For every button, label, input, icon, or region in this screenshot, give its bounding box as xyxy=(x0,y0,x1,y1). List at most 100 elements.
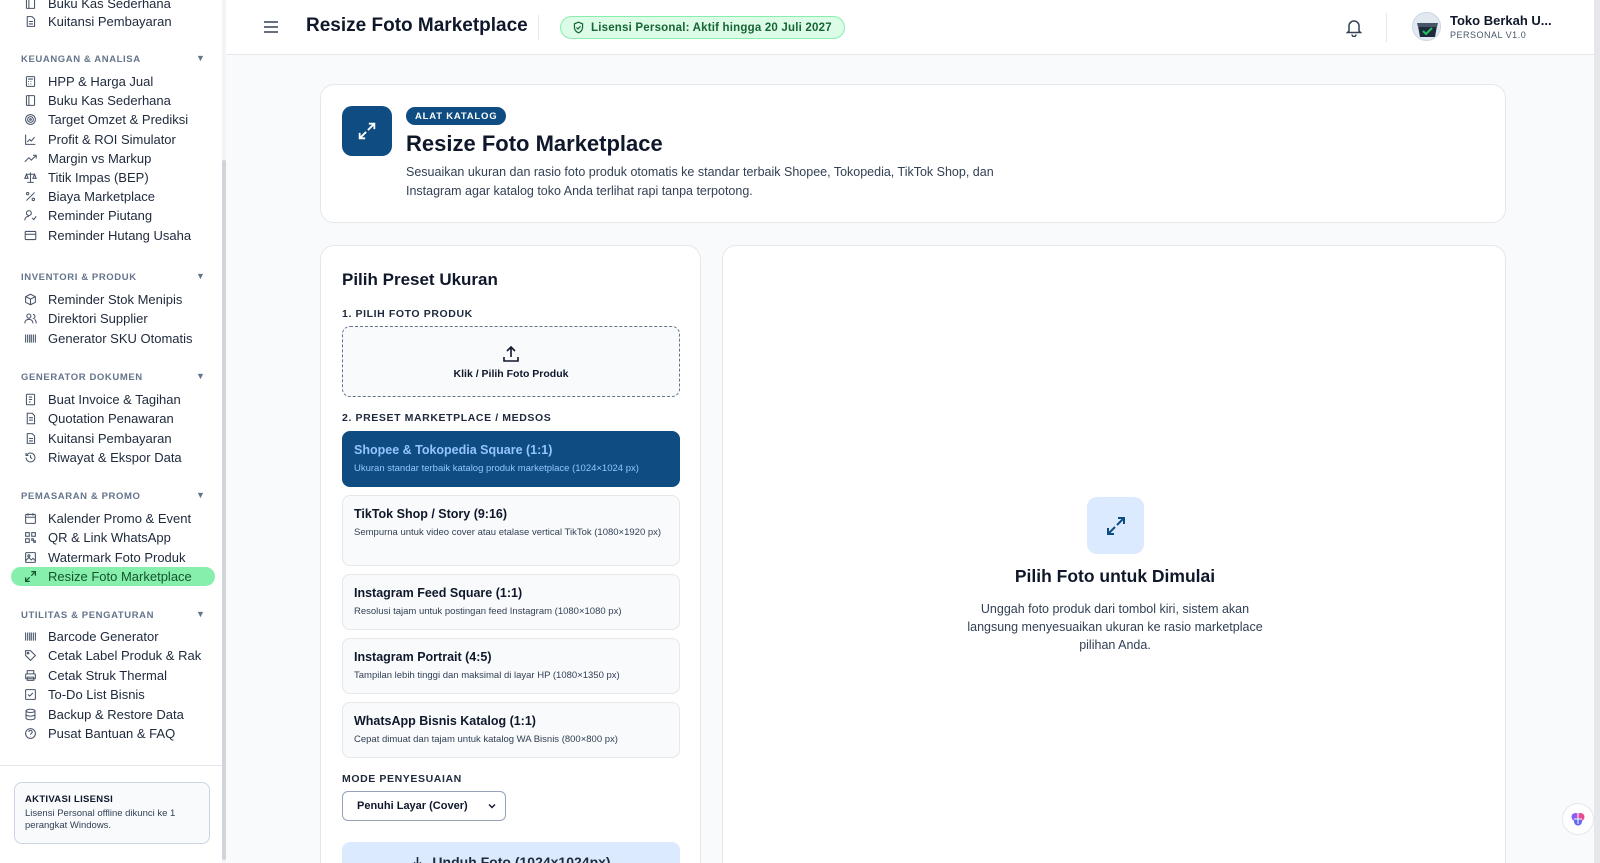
sidebar-item-todo[interactable]: To-Do List Bisnis xyxy=(11,685,215,704)
preset-option-shopee-tokopedia[interactable]: Shopee & Tokopedia Square (1:1) Ukuran s… xyxy=(342,431,680,487)
store-plan: PERSONAL V1.0 xyxy=(1450,30,1527,40)
menu-icon[interactable] xyxy=(262,17,280,37)
download-button[interactable]: Unduh Foto (1024x1024px) xyxy=(342,842,680,863)
category-tag: ALAT KATALOG xyxy=(406,107,507,125)
sidebar-item-label: Direktori Supplier xyxy=(48,311,148,326)
sidebar-footer: AKTIVASI LISENSI Lisensi Personal offlin… xyxy=(0,765,222,863)
card-icon xyxy=(23,229,37,243)
preset-option-whatsapp[interactable]: WhatsApp Bisnis Katalog (1:1) Cepat dimu… xyxy=(342,702,680,758)
sidebar-item-bep[interactable]: Titik Impas (BEP) xyxy=(11,168,215,187)
sidebar-item-biaya-marketplace[interactable]: Biaya Marketplace xyxy=(11,187,215,206)
sidebar-item-stok-menipis[interactable]: Reminder Stok Menipis xyxy=(11,290,215,309)
upload-label: Klik / Pilih Foto Produk xyxy=(453,367,569,380)
user-clock-icon xyxy=(23,209,37,223)
sidebar-item-cetak-label[interactable]: Cetak Label Produk & Rak xyxy=(11,646,215,665)
sidebar-item-barcode[interactable]: Barcode Generator xyxy=(11,627,215,646)
section-caret-icon[interactable]: ▼ xyxy=(196,271,205,281)
sidebar-scrollbar[interactable] xyxy=(222,0,226,863)
preset-name: Instagram Portrait (4:5) xyxy=(354,650,492,664)
section-caret-icon[interactable]: ▼ xyxy=(196,371,205,381)
preset-option-tiktok[interactable]: TikTok Shop / Story (9:16) Sempurna untu… xyxy=(342,495,680,566)
fit-mode-select[interactable]: Penuhi Layar (Cover) xyxy=(342,791,506,821)
sidebar-item-reminder-hutang[interactable]: Reminder Hutang Usaha xyxy=(11,226,215,245)
sidebar-item-label: Buat Invoice & Tagihan xyxy=(48,392,181,407)
chevron-down-icon xyxy=(488,804,496,809)
preset-option-instagram-portrait[interactable]: Instagram Portrait (4:5) Tampilan lebih … xyxy=(342,638,680,694)
sidebar-item-label: Cetak Label Produk & Rak xyxy=(48,648,202,663)
preset-option-instagram-feed[interactable]: Instagram Feed Square (1:1) Resolusi taj… xyxy=(342,574,680,630)
book-icon xyxy=(23,94,37,108)
upload-icon xyxy=(503,345,519,362)
qr-icon xyxy=(23,531,37,545)
sidebar-item-label: Kuitansi Pembayaran xyxy=(48,14,172,29)
users-icon xyxy=(23,312,37,326)
sidebar-item-bantuan[interactable]: Pusat Bantuan & FAQ xyxy=(11,724,215,743)
sidebar-item-label: Reminder Stok Menipis xyxy=(48,292,183,307)
sidebar-item-backup[interactable]: Backup & Restore Data xyxy=(11,705,215,724)
upload-dropzone[interactable]: Klik / Pilih Foto Produk xyxy=(342,326,680,397)
sidebar-item-label: Kuitansi Pembayaran xyxy=(48,431,172,446)
sidebar-item-label: Target Omzet & Prediksi xyxy=(48,112,189,127)
sidebar-item-kuitansi[interactable]: Kuitansi Pembayaran xyxy=(11,429,215,448)
sidebar-item-label: To-Do List Bisnis xyxy=(48,687,145,702)
sidebar-item-quotation[interactable]: Quotation Penawaran xyxy=(11,409,215,428)
resize-icon xyxy=(23,570,37,584)
receipt-icon xyxy=(23,15,37,29)
license-activation-card[interactable]: AKTIVASI LISENSI Lisensi Personal offlin… xyxy=(14,782,210,844)
sidebar-item-buku-kas[interactable]: Buku Kas Sederhana xyxy=(11,91,215,110)
header-divider xyxy=(1386,13,1387,42)
store-name[interactable]: Toko Berkah U... xyxy=(1450,13,1552,28)
sidebar-item-margin-markup[interactable]: Margin vs Markup xyxy=(11,149,215,168)
receipt-icon xyxy=(23,432,37,446)
sidebar-item-profit-roi[interactable]: Profit & ROI Simulator xyxy=(11,130,215,149)
preset-name: WhatsApp Bisnis Katalog (1:1) xyxy=(354,714,536,728)
empty-state-desc: Unggah foto produk dari tombol kiri, sis… xyxy=(967,602,1263,652)
tag-icon xyxy=(23,649,37,663)
preset-desc: Tampilan lebih tinggi dan maksimal di la… xyxy=(354,670,620,681)
section-caret-icon[interactable]: ▼ xyxy=(196,490,205,500)
empty-state-title: Pilih Foto untuk Dimulai xyxy=(1014,566,1216,586)
preset-panel: Pilih Preset Ukuran 1. PILIH FOTO PRODUK… xyxy=(320,245,701,863)
package-icon xyxy=(23,293,37,307)
window-edge xyxy=(1594,0,1600,863)
hero-title: Resize Foto Marketplace xyxy=(406,131,663,156)
bell-icon[interactable] xyxy=(1345,17,1363,38)
sidebar-item-reminder-piutang[interactable]: Reminder Piutang xyxy=(11,206,215,225)
sidebar-item-label: Riwayat & Ekspor Data xyxy=(48,450,182,465)
sidebar-item-hpp[interactable]: HPP & Harga Jual xyxy=(11,72,215,91)
download-label: Unduh Foto (1024x1024px) xyxy=(432,854,611,863)
sidebar-item-label: Kalender Promo & Event xyxy=(48,511,192,526)
sidebar-item-target-omzet[interactable]: Target Omzet & Prediksi xyxy=(11,110,215,129)
sidebar-item-riwayat[interactable]: Riwayat & Ekspor Data xyxy=(11,448,215,467)
preset-desc: Resolusi tajam untuk postingan feed Inst… xyxy=(354,606,622,617)
avatar[interactable] xyxy=(1412,12,1441,41)
section-title-inventori: INVENTORI & PRODUK xyxy=(21,272,137,283)
sidebar-item-label: Reminder Piutang xyxy=(48,208,153,223)
preview-panel: Pilih Foto untuk Dimulai Unggah foto pro… xyxy=(722,245,1506,863)
assistant-button[interactable] xyxy=(1562,803,1594,835)
image-icon xyxy=(23,551,37,565)
section-title-generator: GENERATOR DOKUMEN xyxy=(21,372,143,383)
section-caret-icon[interactable]: ▼ xyxy=(196,609,205,619)
sidebar-item-invoice[interactable]: Buat Invoice & Tagihan xyxy=(11,390,215,409)
invoice-icon xyxy=(23,393,37,407)
sidebar-item-kuitansi-top[interactable]: Kuitansi Pembayaran xyxy=(11,12,215,31)
mode-label: MODE PENYESUAIAN xyxy=(342,773,462,785)
hero-description: Sesuaikan ukuran dan rasio foto produk o… xyxy=(406,165,994,198)
sidebar-item-direktori-supplier[interactable]: Direktori Supplier xyxy=(11,309,215,328)
sidebar: Buku Kas Sederhana Kuitansi Pembayaran K… xyxy=(0,0,226,863)
scrollbar-thumb[interactable] xyxy=(222,160,226,860)
sidebar-item-label: Titik Impas (BEP) xyxy=(48,170,149,185)
section-caret-icon[interactable]: ▼ xyxy=(196,53,205,63)
sidebar-item-resize-foto[interactable]: Resize Foto Marketplace xyxy=(11,567,215,586)
printer-icon xyxy=(23,669,37,683)
sidebar-item-label: Watermark Foto Produk xyxy=(48,550,186,565)
sidebar-item-sku[interactable]: Generator SKU Otomatis xyxy=(11,329,215,348)
sidebar-item-kalender-promo[interactable]: Kalender Promo & Event xyxy=(11,509,215,528)
sidebar-item-watermark[interactable]: Watermark Foto Produk xyxy=(11,548,215,567)
sidebar-item-cetak-struk[interactable]: Cetak Struk Thermal xyxy=(11,666,215,685)
calculator-icon xyxy=(23,75,37,89)
line-chart-icon xyxy=(23,133,37,147)
sidebar-item-qr-whatsapp[interactable]: QR & Link WhatsApp xyxy=(11,528,215,547)
page-title: Resize Foto Marketplace xyxy=(306,15,528,36)
